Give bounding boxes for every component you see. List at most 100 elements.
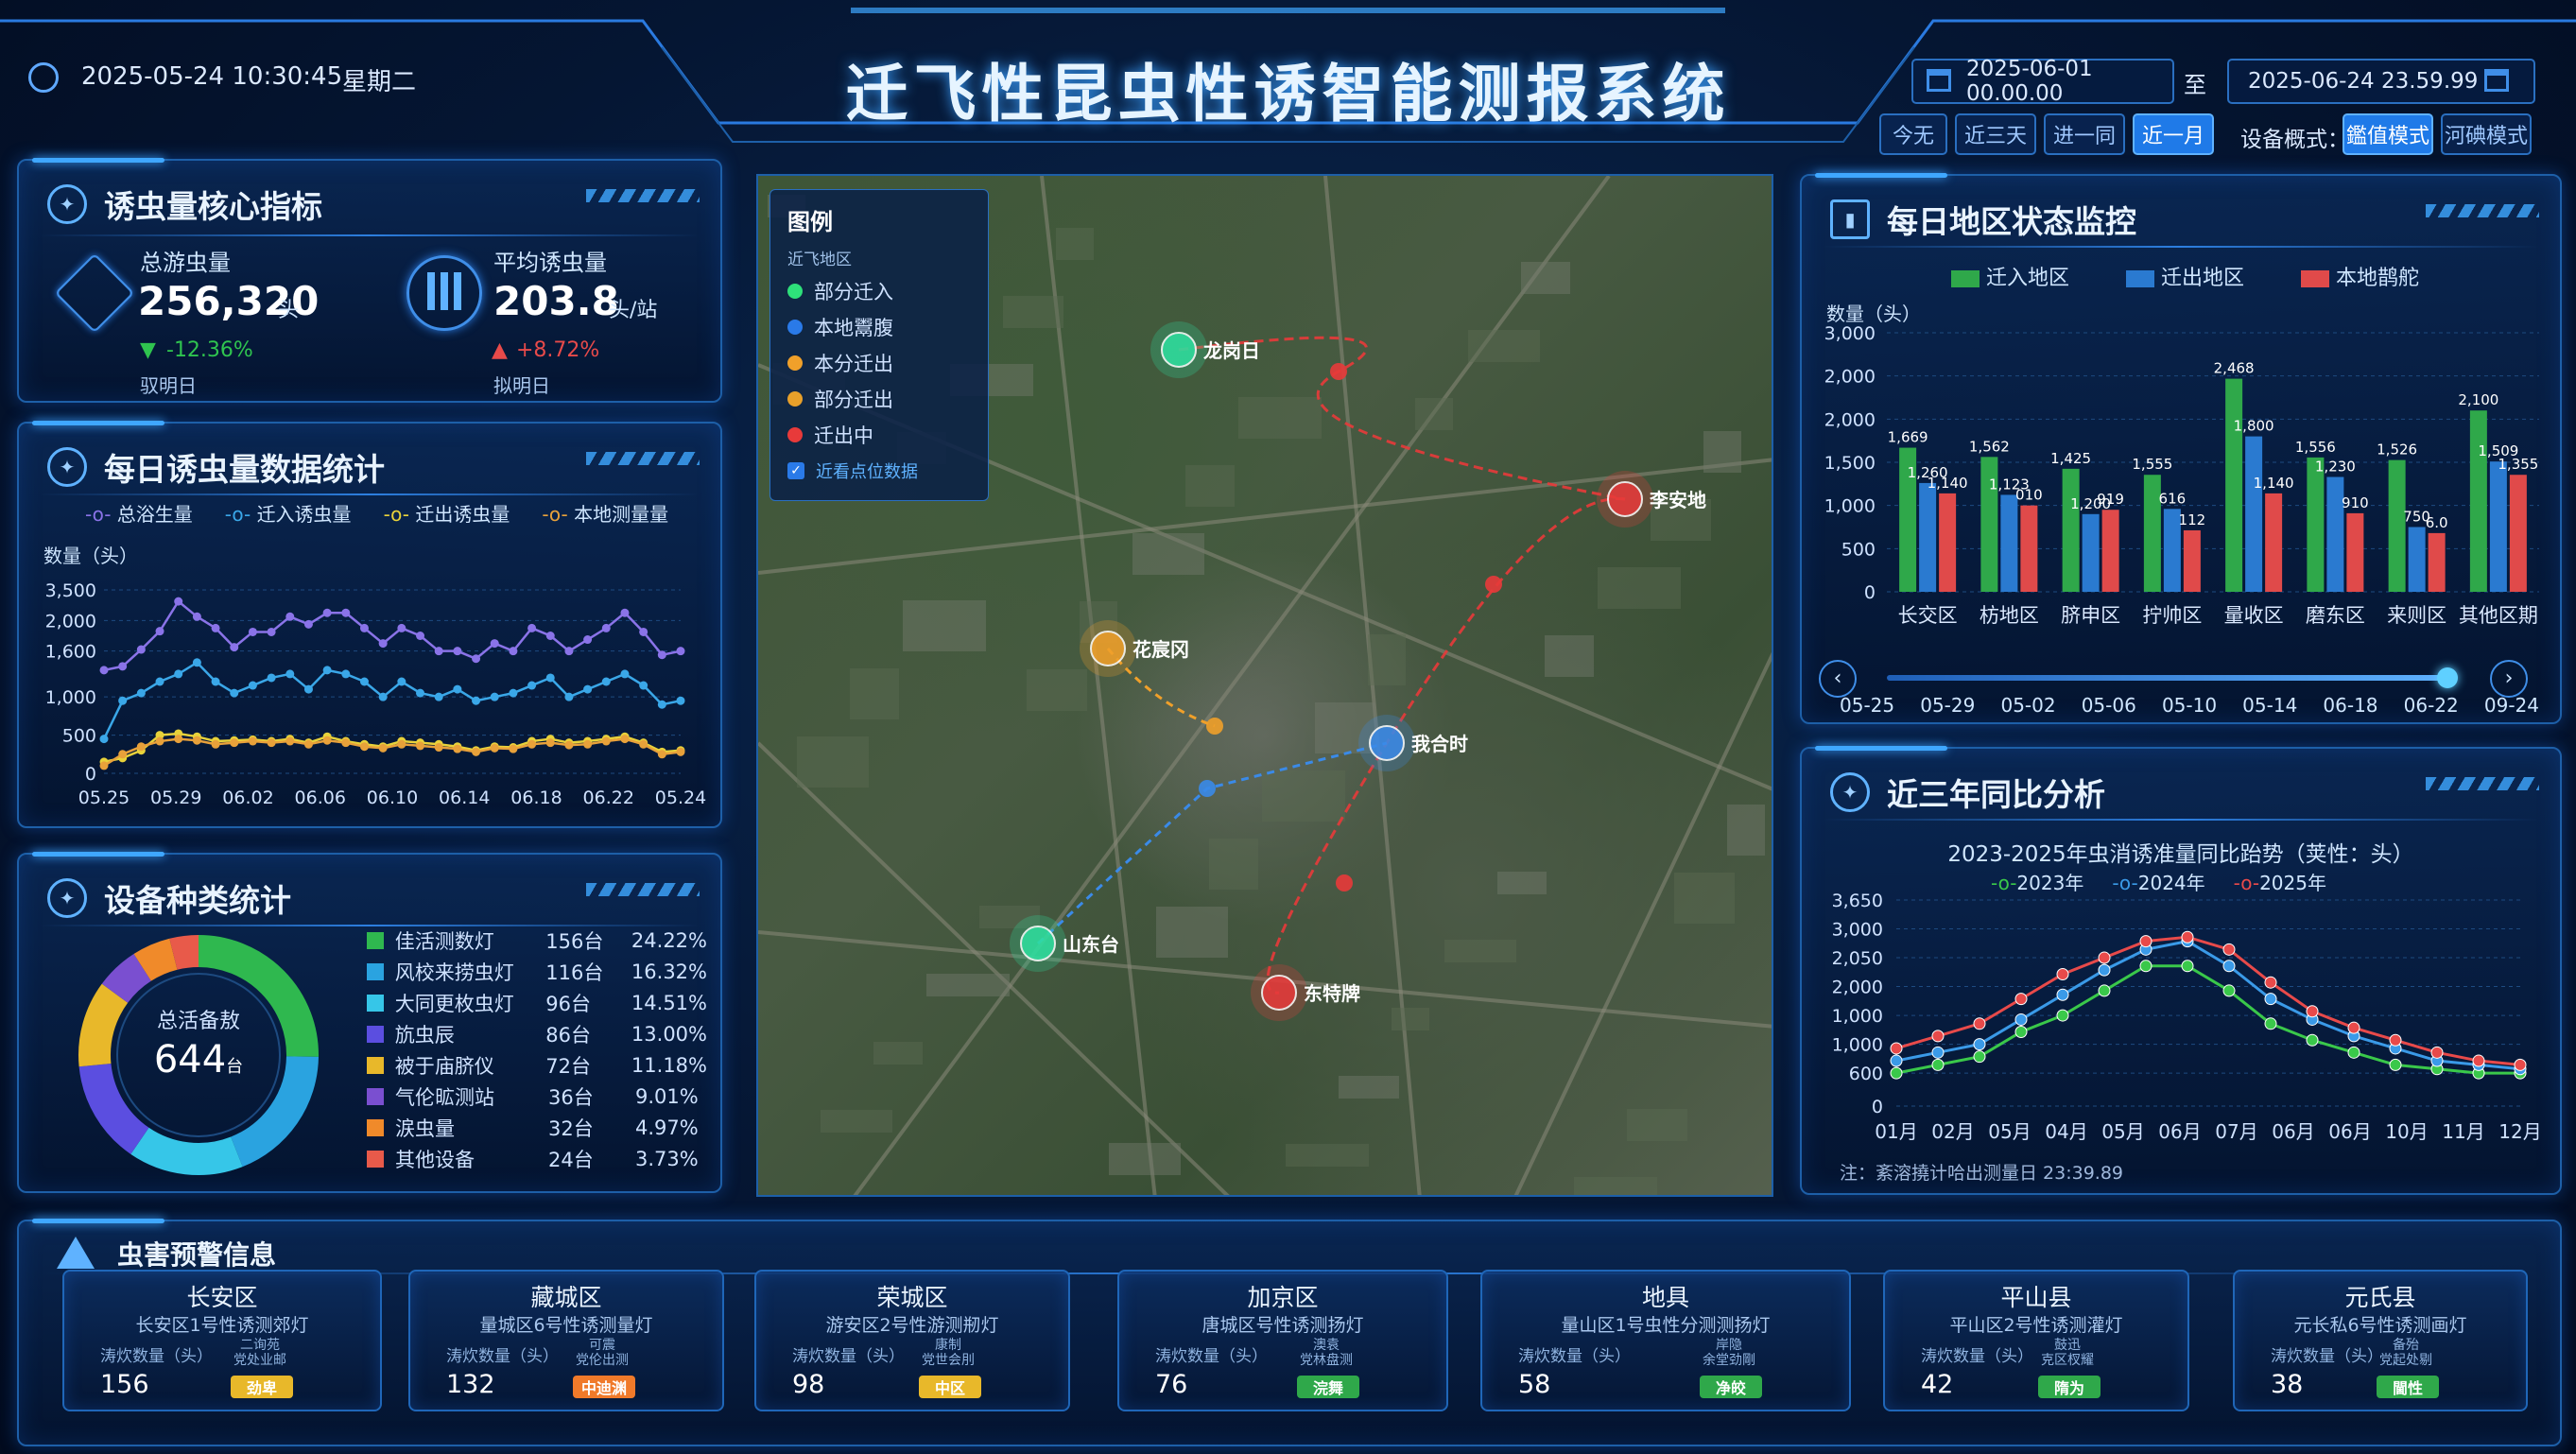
x-tick-label: 11月 <box>2442 1120 2484 1143</box>
field-patch <box>1468 330 1540 362</box>
series-line <box>102 661 682 740</box>
alert-card[interactable]: 地具 量山区1号虫性分测测扬灯 涛炊数量（头） 岸隐 余堂劲剛 58 净皎 <box>1480 1270 1851 1411</box>
device-name: 气伦昿测站 <box>395 1085 494 1109</box>
header-datetime: 2025-05-24 10:30:45 <box>81 62 343 91</box>
color-swatch <box>367 994 384 1012</box>
data-point <box>416 688 425 698</box>
data-point <box>601 677 611 686</box>
data-point <box>192 658 201 667</box>
x-tick-label: 07月 <box>2215 1120 2257 1143</box>
data-point <box>2098 963 2111 977</box>
y-tick-label: 500 <box>62 726 96 747</box>
map-legend-items: 部分迁入 本地鬻腹 本分迁出 部分迁出 迁出中 <box>787 273 971 453</box>
map-legend-item: 部分迁入 <box>787 273 971 309</box>
alert-count: 132 <box>446 1370 495 1399</box>
data-point <box>416 741 425 751</box>
data-point <box>545 738 555 748</box>
x-tick-label: 06.22 <box>583 788 634 808</box>
alert-card[interactable]: 平山县 平山区2号性诱测灌灯 涛炊数量（头） 鼓迅 克区杈耀 42 隋为 <box>1883 1270 2189 1411</box>
x-tick-label: 06.18 <box>510 788 562 808</box>
data-point <box>174 735 183 744</box>
data-point <box>155 627 164 636</box>
calendar-icon[interactable] <box>2484 69 2509 92</box>
data-point <box>434 692 443 701</box>
donut-center-label: 总活备敖 <box>156 1010 240 1033</box>
alert-card[interactable]: 加京区 唐城区号性诱测扬灯 涛炊数量（头） 澳袁 党林盘测 76 浣舞 <box>1117 1270 1448 1411</box>
data-point <box>359 677 369 686</box>
field-patch <box>1056 228 1094 260</box>
range-week-button[interactable]: 进一同 <box>2044 113 2125 155</box>
range-3days-button[interactable]: 近三天 <box>1955 113 2036 155</box>
data-point <box>2306 1033 2319 1047</box>
data-point <box>620 735 630 744</box>
checkbox-icon[interactable]: ✓ <box>787 462 804 479</box>
alert-status: 可震 党伦出测 <box>576 1338 629 1368</box>
down-arrow-icon: ▼ <box>140 338 156 362</box>
timeline-track[interactable] <box>1887 675 2454 681</box>
data-point <box>2347 1046 2360 1059</box>
alert-card[interactable]: 藏城区 量城区6号性诱测量灯 涛炊数量（头） 可震 党伦出测 132 中迪渊 <box>408 1270 724 1411</box>
bar-value-label: 1,355 <box>2498 456 2538 473</box>
legend-label: 总浴生量 <box>116 503 193 526</box>
field-patch <box>850 668 899 719</box>
donut-total-unit: 台 <box>226 1057 244 1077</box>
alert-level-badge: 浣舞 <box>1297 1376 1359 1398</box>
y-tick-label: 500 <box>1841 539 1876 560</box>
alert-count-label: 涛炊数量（头） <box>1518 1347 1631 1366</box>
device-types-panel: ✦ 设备种类统计 总活备敖 644台 佳活测数灯 156台 24.22% 风校来捞虫灯 1… <box>17 852 722 1193</box>
bar <box>2101 510 2119 592</box>
mode-a-button[interactable]: 鑑值模式 <box>2343 113 2433 155</box>
legend-item: -o- 迁出诱虫量 <box>383 503 510 526</box>
data-point <box>657 750 666 759</box>
category-label: 拧帅区 <box>2142 604 2202 627</box>
data-point <box>2014 1013 2028 1026</box>
field-patch <box>1627 1109 1687 1141</box>
data-point <box>1931 1030 1945 1043</box>
mode-b-button[interactable]: 河碘模式 <box>2441 113 2532 155</box>
map-legend-checkbox-row[interactable]: ✓ 近看点位数据 <box>787 453 971 489</box>
field-patch <box>1238 397 1322 439</box>
device-pct: 13.00% <box>631 1022 707 1046</box>
device-pct: 3.73% <box>635 1147 699 1170</box>
timeline-label: 09-24 <box>2483 694 2539 717</box>
data-point <box>378 639 388 649</box>
alert-count: 58 <box>1518 1370 1551 1399</box>
timeline-next-button[interactable]: › <box>2490 660 2528 698</box>
panel-title: ✦ 近三年同比分析 <box>1830 762 2105 822</box>
device-mode-label: 设备概式： <box>2240 128 2349 152</box>
data-point <box>285 669 295 679</box>
field-patch <box>903 600 986 651</box>
data-point <box>303 739 313 749</box>
field-patch <box>1003 296 1063 328</box>
range-month-button[interactable]: 近一月 <box>2133 113 2214 155</box>
data-point <box>490 743 499 753</box>
field-patch <box>1339 1076 1399 1099</box>
bar-value-label: 919 <box>2097 491 2124 508</box>
timeline-prev-button[interactable]: ‹ <box>1819 660 1857 698</box>
alert-count-label: 涛炊数量（头） <box>100 1347 213 1366</box>
donut-slice <box>169 935 199 970</box>
alert-device: 唐城区号性诱测扬灯 <box>1202 1315 1364 1336</box>
map-view[interactable]: 龙岗日 李安地 花宸冈 我合时 山东台 东特牌 图例 近飞地区 部分迁入 本地鬻腹 本分迁出部… <box>756 174 1773 1197</box>
data-point <box>155 677 164 686</box>
data-point <box>620 669 630 679</box>
y-tick-label: 1,000 <box>1832 1006 1883 1027</box>
data-point <box>267 627 276 636</box>
bar-value-label: 1,669 <box>1888 429 1928 446</box>
field-patch <box>1703 431 1741 473</box>
place-marker <box>1607 481 1643 517</box>
x-tick-label: 05月 <box>1988 1120 2031 1143</box>
place-marker <box>1090 631 1126 666</box>
average-change: +8.72% <box>516 338 600 362</box>
x-tick-label: 06.06 <box>295 788 346 808</box>
range-today-button[interactable]: 今无 <box>1879 113 1947 155</box>
data-point <box>545 632 555 640</box>
y-tick-label: 3,650 <box>1832 891 1883 911</box>
alert-card[interactable]: 长安区 长安区1号性诱测郊灯 涛炊数量（头） 二询苑 党处业邮 156 劲卑 <box>62 1270 382 1411</box>
alert-card[interactable]: 元氏县 元长私6号性诱测画灯 涛炊数量（头） 备殆 党起处剔 38 閫性 <box>2233 1270 2528 1411</box>
timeline-handle[interactable] <box>2437 667 2458 688</box>
legend-label: 本地测量量 <box>574 503 669 526</box>
data-point <box>490 639 499 649</box>
alert-card[interactable]: 荣城区 游安区2号性游测剏灯 涛炊数量（头） 康制 党世会刖 98 中区 <box>754 1270 1070 1411</box>
device-count: 24台 <box>548 1148 594 1171</box>
